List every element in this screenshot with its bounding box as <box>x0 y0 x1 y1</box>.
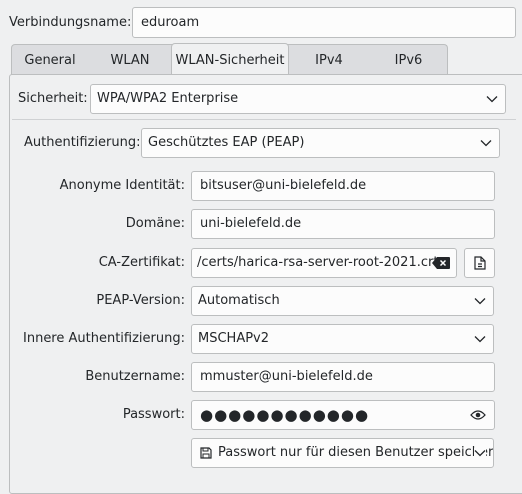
domain-value: uni-bielefeld.de <box>200 216 302 231</box>
anonymous-identity-input[interactable]: bitsuser@uni-bielefeld.de <box>191 171 495 201</box>
tab-wlan-security-label: WLAN-Sicherheit <box>175 53 285 68</box>
auth-select[interactable]: Geschütztes EAP (PEAP) <box>141 128 500 158</box>
tab-wlan-security[interactable]: WLAN-Sicherheit <box>171 43 289 76</box>
password-input[interactable]: ●●●●●●●●●●●● <box>191 400 495 430</box>
chevron-down-icon <box>474 336 486 343</box>
auth-value: Geschütztes EAP (PEAP) <box>148 135 305 150</box>
username-label: Benutzername: <box>85 369 185 384</box>
floppy-disk-icon <box>200 447 212 459</box>
tab-wlan[interactable]: WLAN <box>88 45 172 76</box>
domain-label: Domäne: <box>125 216 185 231</box>
peap-version-value: Automatisch <box>198 293 280 308</box>
peap-version-select[interactable]: Automatisch <box>191 286 494 316</box>
tab-ipv6-label: IPv6 <box>394 53 423 68</box>
peap-version-label: PEAP-Version: <box>96 293 185 308</box>
tab-ipv4-label: IPv4 <box>315 53 343 68</box>
tab-ipv6[interactable]: IPv6 <box>369 45 448 76</box>
connection-name-value: eduroam <box>141 15 200 30</box>
connection-name-label: Verbindungsname: <box>9 15 132 30</box>
inner-auth-label: Innere Authentifizierung: <box>23 331 185 346</box>
security-select[interactable]: WPA/WPA2 Enterprise <box>90 84 506 114</box>
tab-bar: General WLAN WLAN-Sicherheit IPv4 IPv6 <box>11 43 448 76</box>
chevron-down-icon <box>474 448 486 458</box>
tab-wlan-label: WLAN <box>110 53 150 68</box>
chevron-down-icon <box>480 140 492 147</box>
username-input[interactable]: mmuster@uni-bielefeld.de <box>191 362 495 392</box>
tab-general-label: General <box>24 53 76 68</box>
inner-auth-value: MSCHAPv2 <box>198 331 270 346</box>
chevron-down-icon <box>486 96 498 103</box>
anonymous-identity-value: bitsuser@uni-bielefeld.de <box>200 178 367 193</box>
ca-cert-value: /certs/harica-rsa-server-root-2021.crt <box>197 255 439 270</box>
chevron-down-icon <box>474 298 486 305</box>
username-value: mmuster@uni-bielefeld.de <box>200 369 373 384</box>
connection-name-input[interactable]: eduroam <box>132 7 516 38</box>
password-label: Passwort: <box>122 407 185 422</box>
password-storage-value: Passwort nur für diesen Benutzer speiche… <box>218 445 494 460</box>
password-storage-select[interactable]: Passwort nur für diesen Benutzer speiche… <box>191 438 494 468</box>
security-value: WPA/WPA2 Enterprise <box>97 91 239 106</box>
inner-auth-select[interactable]: MSCHAPv2 <box>191 324 494 354</box>
section-separator <box>12 119 516 120</box>
domain-input[interactable]: uni-bielefeld.de <box>191 209 495 239</box>
eye-icon[interactable] <box>470 409 486 421</box>
auth-label: Authentifizierung: <box>24 135 141 150</box>
anonymous-identity-label: Anonyme Identität: <box>59 178 185 193</box>
tab-general[interactable]: General <box>12 45 88 76</box>
open-file-button[interactable] <box>464 248 495 278</box>
ca-cert-label: CA-Zertifikat: <box>98 255 185 270</box>
open-file-icon <box>474 256 486 270</box>
ca-cert-input[interactable]: /certs/harica-rsa-server-root-2021.crt <box>191 248 457 278</box>
password-value: ●●●●●●●●●●●● <box>200 406 370 424</box>
clear-text-icon[interactable] <box>432 257 450 269</box>
tab-ipv4[interactable]: IPv4 <box>289 45 369 76</box>
security-label: Sicherheit: <box>18 91 88 106</box>
